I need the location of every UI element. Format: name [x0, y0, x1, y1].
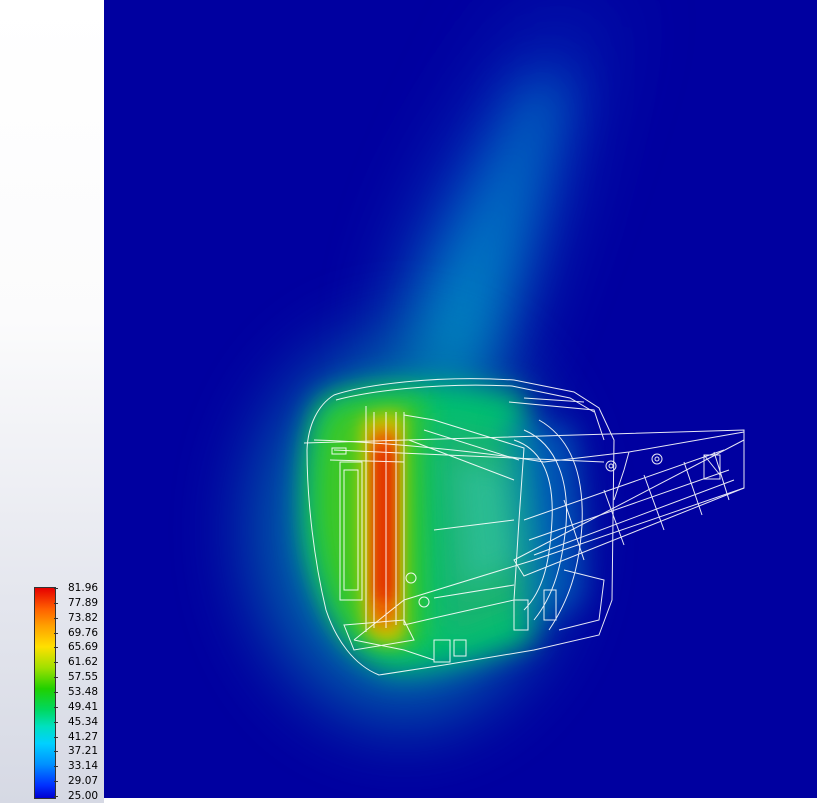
legend-tick	[54, 692, 58, 693]
legend-tick-label: 29.07	[68, 775, 99, 787]
legend-tick	[54, 722, 58, 723]
legend-tick-label: 81.96	[68, 582, 99, 594]
legend-tick	[54, 707, 58, 708]
legend-tick	[54, 662, 58, 663]
legend-tick-label: 61.62	[68, 656, 99, 668]
legend-tick	[54, 751, 58, 752]
legend-tick-label: 69.76	[68, 627, 99, 639]
legend-tick-label: 37.21	[68, 745, 99, 757]
thermal-field	[254, 340, 584, 720]
legend-tick	[54, 796, 58, 797]
legend-tick-label: 33.14	[68, 760, 99, 772]
legend-tick	[54, 737, 58, 738]
legend-tick	[54, 588, 58, 589]
legend-tick	[54, 677, 58, 678]
legend-tick-label: 77.89	[68, 597, 99, 609]
legend-tick-label: 53.48	[68, 686, 99, 698]
legend-tick-label: 45.34	[68, 716, 99, 728]
legend-tick-label: 73.82	[68, 612, 99, 624]
legend-tick	[54, 647, 58, 648]
legend-tick-label: 65.69	[68, 641, 99, 653]
legend-tick	[54, 781, 58, 782]
legend-colorbar	[34, 587, 56, 799]
legend-tick	[54, 603, 58, 604]
legend-tick	[54, 618, 58, 619]
legend-tick	[54, 766, 58, 767]
legend-tick-label: 49.41	[68, 701, 99, 713]
bottom-strip	[104, 798, 817, 803]
legend-tick-label: 41.27	[68, 731, 99, 743]
heat-plume	[404, 0, 624, 380]
thermal-plot	[254, 0, 745, 720]
legend-tick-label: 25.00	[68, 790, 99, 802]
legend-tick	[54, 633, 58, 634]
3d-viewport[interactable]	[104, 0, 817, 798]
legend-tick-label: 57.55	[68, 671, 99, 683]
